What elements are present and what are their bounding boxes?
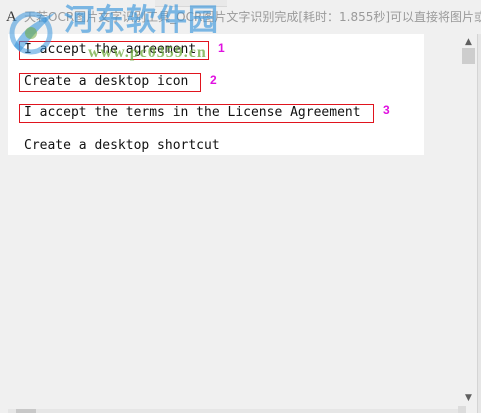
vertical-scrollbar[interactable]: ▲ ▼ — [460, 34, 477, 409]
scrollbar-thumb[interactable] — [462, 48, 475, 64]
marker-1: 1 — [218, 41, 225, 55]
window-right-edge — [477, 34, 481, 413]
resize-corner[interactable] — [458, 406, 466, 413]
ocr-line-2[interactable]: Create a desktop icon — [24, 74, 188, 90]
horizontal-scrollbar-thumb[interactable] — [16, 409, 36, 413]
hedong-logo-icon — [9, 11, 56, 55]
horizontal-scrollbar[interactable] — [8, 409, 460, 413]
watermark-url: www.pc0359.cn — [88, 44, 207, 61]
arrow-down-icon[interactable]: ▼ — [460, 390, 477, 407]
ocr-line-3[interactable]: I accept the terms in the License Agreem… — [24, 105, 361, 121]
watermark-site-name: 河东软件园 — [64, 3, 219, 38]
marker-2: 2 — [210, 73, 217, 87]
ocr-line-4[interactable]: Create a desktop shortcut — [24, 138, 220, 154]
marker-3: 3 — [383, 103, 390, 117]
